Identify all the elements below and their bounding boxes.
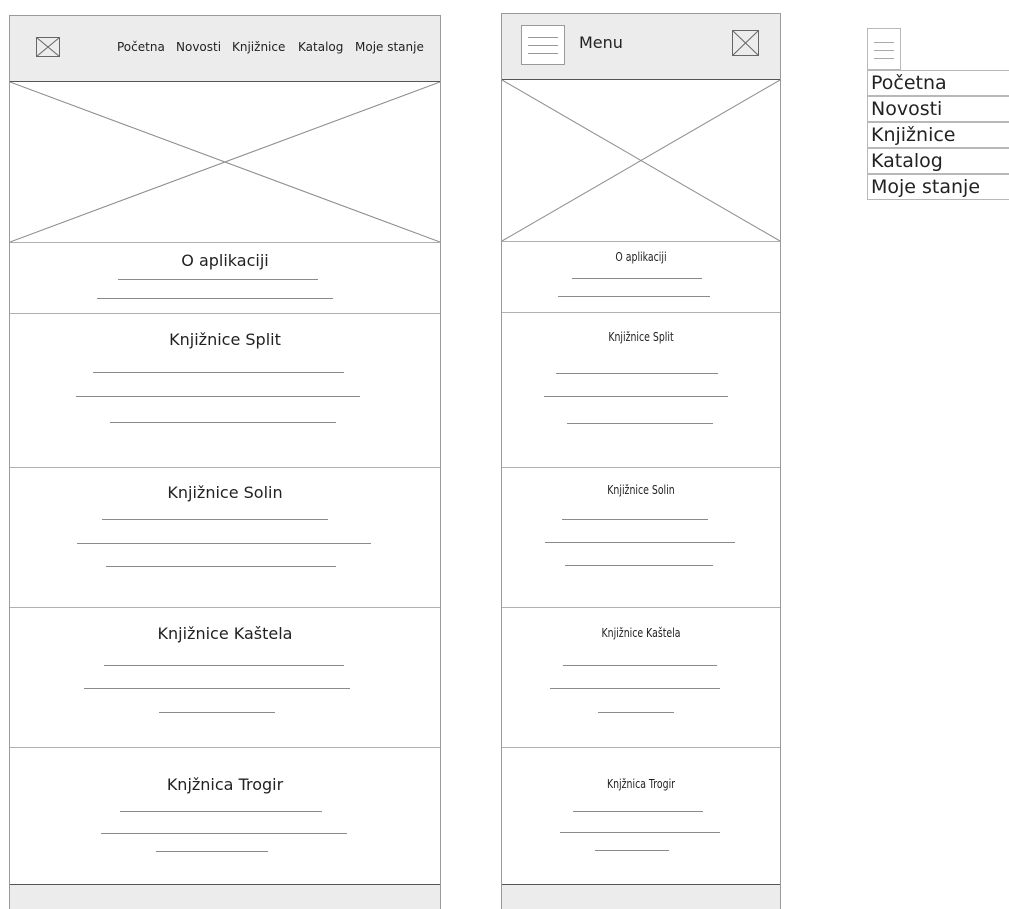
section-title: Knjižnice Solin (167, 483, 283, 502)
text-line (159, 712, 275, 713)
section-title: Knjižnice Kaštela (157, 624, 293, 643)
text-line (598, 712, 674, 713)
section-title: O aplikaciji (615, 250, 667, 264)
section-title: Knjžnica Trogir (606, 777, 676, 791)
nav-link-katalog[interactable]: Katalog (298, 40, 343, 54)
section-knjznica-trogir: Knjžnica Trogir (502, 747, 780, 887)
section-knjiznice-split: Knjižnice Split (10, 313, 440, 467)
nav-link-knjiznice[interactable]: Knjižnice (232, 40, 285, 54)
text-line (106, 566, 336, 567)
text-line (97, 298, 333, 299)
section-title: Knjižnice Kaštela (601, 626, 681, 640)
text-line (567, 423, 713, 424)
hamburger-menu-icon[interactable] (521, 25, 565, 65)
section-knjiznice-solin: Knjižnice Solin (502, 467, 780, 607)
text-line (110, 422, 336, 423)
hero-image-placeholder-icon (10, 82, 440, 242)
desktop-footer (10, 884, 440, 909)
text-line (118, 279, 318, 280)
text-line (558, 296, 710, 297)
section-knjiznice-kastela: Knjižnice Kaštela (10, 607, 440, 747)
mobile-wireframe: Menu O aplikaciji Knjižnice Split Knjižn… (501, 13, 781, 909)
section-title: O aplikaciji (181, 251, 269, 270)
text-line (565, 565, 713, 566)
dropdown-menu: Početna Novosti Knjižnice Katalog Moje s… (867, 28, 1009, 204)
text-line (556, 373, 718, 374)
text-line (104, 665, 344, 666)
text-line (84, 688, 350, 689)
text-line (573, 811, 703, 812)
text-line (77, 543, 371, 544)
text-line (545, 542, 735, 543)
text-line (572, 278, 702, 279)
text-line (101, 833, 347, 834)
text-line (76, 396, 360, 397)
section-title: Knjižnice Solin (607, 483, 675, 497)
section-knjiznice-split: Knjižnice Split (502, 312, 780, 467)
text-line (156, 851, 268, 852)
section-title: Knjižnice Split (169, 330, 281, 349)
menu-item-katalog[interactable]: Katalog (867, 148, 1009, 174)
menu-item-knjiznice[interactable]: Knjižnice (867, 122, 1009, 148)
nav-link-novosti[interactable]: Novosti (176, 40, 221, 54)
section-title: Knjžnica Trogir (166, 775, 284, 794)
nav-link-moje-stanje[interactable]: Moje stanje (355, 40, 424, 54)
hero-image-placeholder-icon (502, 80, 780, 241)
section-o-aplikaciji: O aplikaciji (10, 242, 440, 313)
section-title: Knjižnice Split (608, 330, 674, 344)
section-knjiznice-solin: Knjižnice Solin (10, 467, 440, 607)
mobile-footer (502, 884, 780, 909)
text-line (120, 811, 322, 812)
section-knjznica-trogir: Knjžnica Trogir (10, 747, 440, 887)
section-o-aplikaciji: O aplikaciji (502, 241, 780, 312)
text-line (595, 850, 669, 851)
logo-placeholder-icon (732, 30, 759, 56)
text-line (102, 519, 328, 520)
menu-item-novosti[interactable]: Novosti (867, 96, 1009, 122)
section-knjiznice-kastela: Knjižnice Kaštela (502, 607, 780, 747)
menu-label[interactable]: Menu (579, 33, 623, 52)
text-line (563, 665, 717, 666)
menu-item-moje-stanje[interactable]: Moje stanje (867, 174, 1009, 200)
text-line (544, 396, 728, 397)
text-line (560, 832, 720, 833)
hamburger-menu-icon[interactable] (867, 28, 901, 70)
menu-item-pocetna[interactable]: Početna (867, 70, 1009, 96)
desktop-header: Početna Novosti Knjižnice Katalog Moje s… (10, 16, 440, 82)
desktop-wireframe: Početna Novosti Knjižnice Katalog Moje s… (9, 15, 441, 909)
text-line (93, 372, 344, 373)
mobile-header: Menu (502, 14, 780, 80)
text-line (562, 519, 708, 520)
nav-link-pocetna[interactable]: Početna (117, 40, 165, 54)
logo-placeholder-icon (36, 37, 60, 57)
text-line (550, 688, 720, 689)
